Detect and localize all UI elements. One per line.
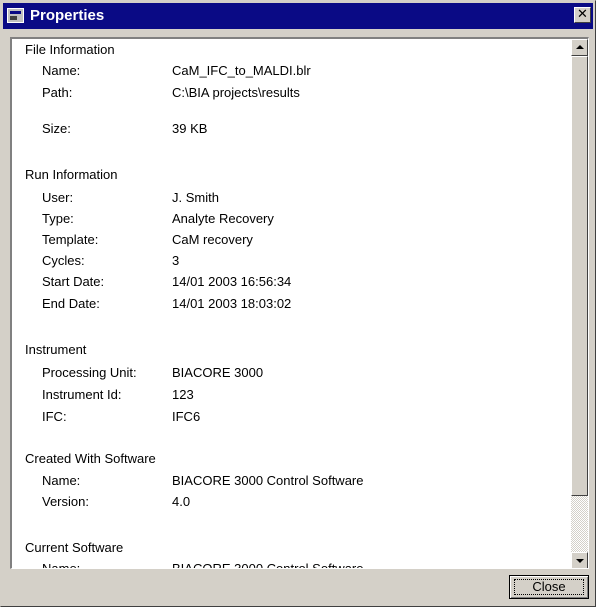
properties-scroll-area: File Information Name: CaM_IFC_to_MALDI.… [12,39,572,569]
scroll-up-button[interactable] [571,39,588,56]
file-size-label: Size: [42,121,71,136]
section-heading-run-information: Run Information [25,167,118,182]
run-end-date-label: End Date: [42,296,100,311]
created-software-name-value: BIACORE 3000 Control Software [172,473,364,488]
run-user-value: J. Smith [172,190,219,205]
created-software-version-value: 4.0 [172,494,191,509]
run-user-label: User: [42,190,74,205]
scrollbar-thumb[interactable] [571,56,588,496]
processing-unit-value: BIACORE 3000 [172,365,264,380]
section-heading-created-with-software: Created With Software [25,451,156,466]
created-software-name-label: Name: [42,473,81,488]
run-start-date-value: 14/01 2003 16:56:34 [172,274,292,289]
run-template-value: CaM recovery [172,232,253,247]
title-bar[interactable]: Properties ✕ [3,3,593,29]
current-software-name-value: BIACORE 3000 Control Software [172,561,364,569]
close-x-icon[interactable]: ✕ [574,7,591,23]
instrument-id-value: 123 [172,387,194,402]
file-name-label: Name: [42,63,81,78]
properties-dialog: Properties ✕ File Information Name: CaM_… [0,0,596,607]
run-type-value: Analyte Recovery [172,211,274,226]
close-button[interactable]: Close [509,575,589,599]
section-heading-current-software: Current Software [25,540,124,555]
run-template-label: Template: [42,232,99,247]
arrow-up-icon [576,45,584,49]
ifc-label: IFC: [42,409,67,424]
created-software-version-label: Version: [42,494,89,509]
file-path-label: Path: [42,85,73,100]
file-path-value: C:\BIA projects\results [172,85,300,100]
run-end-date-value: 14/01 2003 18:03:02 [172,296,292,311]
run-cycles-value: 3 [172,253,180,268]
ifc-value: IFC6 [172,409,201,424]
processing-unit-label: Processing Unit: [42,365,137,380]
arrow-down-icon [576,559,584,563]
run-type-label: Type: [42,211,74,226]
close-button-label: Close [532,579,566,594]
properties-list-panel: File Information Name: CaM_IFC_to_MALDI.… [10,37,589,569]
section-heading-file-information: File Information [25,42,115,57]
current-software-name-label: Name: [42,561,81,569]
vertical-scrollbar[interactable] [571,39,588,568]
file-name-value: CaM_IFC_to_MALDI.blr [172,63,311,78]
run-cycles-label: Cycles: [42,253,85,268]
section-heading-instrument: Instrument [25,342,87,357]
file-size-value: 39 KB [172,121,208,136]
run-start-date-label: Start Date: [42,274,105,289]
properties-window-icon [7,8,24,23]
instrument-id-label: Instrument Id: [42,387,122,402]
window-title: Properties [30,7,105,24]
scroll-down-button[interactable] [571,552,588,568]
